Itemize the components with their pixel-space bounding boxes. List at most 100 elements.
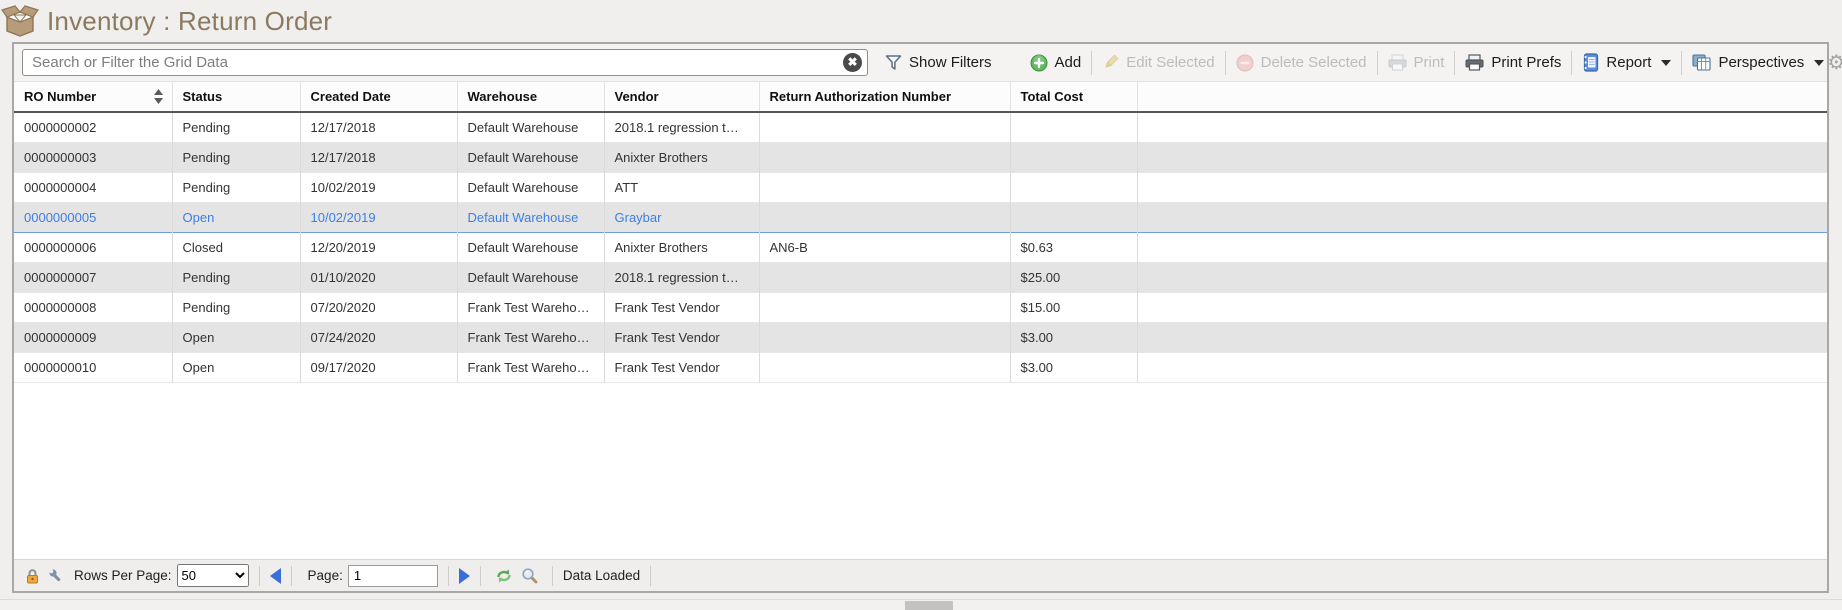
column-header-status[interactable]: Status xyxy=(172,82,300,112)
column-header-return-authorization-number[interactable]: Return Authorization Number xyxy=(759,82,1010,112)
cell-vendor[interactable]: ATT xyxy=(604,172,759,202)
column-header-ro-number[interactable]: RO Number xyxy=(14,82,172,112)
cell-vendor[interactable]: Anixter Brothers xyxy=(604,232,759,262)
cell-created-date[interactable]: 10/02/2019 xyxy=(300,202,457,232)
cell-warehouse[interactable]: Default Warehouse xyxy=(457,142,604,172)
gear-icon[interactable]: ⚙ xyxy=(1827,53,1842,73)
cell-vendor[interactable]: Frank Test Vendor xyxy=(604,292,759,322)
table-row[interactable]: 0000000005 Open 10/02/2019 Default Wareh… xyxy=(14,202,1827,232)
cell-return-authorization-number[interactable] xyxy=(759,322,1010,352)
perspectives-button[interactable]: Perspectives xyxy=(1689,54,1827,71)
print-prefs-button[interactable]: Print Prefs xyxy=(1462,54,1564,71)
table-row[interactable]: 0000000007 Pending 01/10/2020 Default Wa… xyxy=(14,262,1827,292)
cell-status[interactable]: Open xyxy=(172,352,300,382)
cell-vendor[interactable]: 2018.1 regression t… xyxy=(604,262,759,292)
cell-filler[interactable] xyxy=(1137,322,1827,352)
report-button[interactable]: Report xyxy=(1579,53,1674,72)
cell-warehouse[interactable]: Default Warehouse xyxy=(457,202,604,232)
sort-icon[interactable] xyxy=(154,89,163,104)
cell-filler[interactable] xyxy=(1137,262,1827,292)
cell-total-cost[interactable]: $25.00 xyxy=(1010,262,1137,292)
cell-return-authorization-number[interactable]: AN6-B xyxy=(759,232,1010,262)
cell-ro-number[interactable]: 0000000009 xyxy=(14,322,172,352)
cell-return-authorization-number[interactable] xyxy=(759,202,1010,232)
cell-created-date[interactable]: 09/17/2020 xyxy=(300,352,457,382)
next-page-icon[interactable] xyxy=(459,568,470,584)
column-header-total-cost[interactable]: Total Cost xyxy=(1010,82,1137,112)
cell-return-authorization-number[interactable] xyxy=(759,112,1010,142)
cell-return-authorization-number[interactable] xyxy=(759,172,1010,202)
cell-filler[interactable] xyxy=(1137,142,1827,172)
table-row[interactable]: 0000000010 Open 09/17/2020 Frank Test Wa… xyxy=(14,352,1827,382)
column-header-vendor[interactable]: Vendor xyxy=(604,82,759,112)
horizontal-scrollbar[interactable] xyxy=(0,599,1842,610)
column-header-warehouse[interactable]: Warehouse xyxy=(457,82,604,112)
cell-filler[interactable] xyxy=(1137,352,1827,382)
cell-filler[interactable] xyxy=(1137,232,1827,262)
scrollbar-thumb[interactable] xyxy=(905,601,953,610)
cell-total-cost[interactable] xyxy=(1010,112,1137,142)
print-button[interactable]: Print xyxy=(1385,54,1448,71)
cell-status[interactable]: Pending xyxy=(172,112,300,142)
delete-selected-button[interactable]: Delete Selected xyxy=(1233,54,1370,72)
cell-created-date[interactable]: 01/10/2020 xyxy=(300,262,457,292)
wrench-icon[interactable] xyxy=(48,568,64,584)
search-input[interactable] xyxy=(22,49,868,76)
cell-warehouse[interactable]: Default Warehouse xyxy=(457,232,604,262)
page-number-input[interactable] xyxy=(348,565,438,587)
cell-filler[interactable] xyxy=(1137,292,1827,322)
table-row[interactable]: 0000000003 Pending 12/17/2018 Default Wa… xyxy=(14,142,1827,172)
cell-created-date[interactable]: 12/17/2018 xyxy=(300,112,457,142)
cell-total-cost[interactable] xyxy=(1010,172,1137,202)
cell-warehouse[interactable]: Default Warehouse xyxy=(457,172,604,202)
cell-vendor[interactable]: Frank Test Vendor xyxy=(604,352,759,382)
cell-ro-number[interactable]: 0000000003 xyxy=(14,142,172,172)
cell-ro-number[interactable]: 0000000010 xyxy=(14,352,172,382)
column-header-created-date[interactable]: Created Date xyxy=(300,82,457,112)
cell-return-authorization-number[interactable] xyxy=(759,142,1010,172)
cell-ro-number[interactable]: 0000000004 xyxy=(14,172,172,202)
cell-total-cost[interactable]: $0.63 xyxy=(1010,232,1137,262)
rows-per-page-select[interactable]: 50 xyxy=(177,564,249,587)
cell-status[interactable]: Pending xyxy=(172,142,300,172)
cell-warehouse[interactable]: Default Warehouse xyxy=(457,112,604,142)
magnifier-icon[interactable] xyxy=(521,567,538,584)
show-filters-button[interactable]: Show Filters xyxy=(882,54,995,71)
cell-created-date[interactable]: 12/17/2018 xyxy=(300,142,457,172)
lock-icon[interactable] xyxy=(25,568,40,584)
cell-status[interactable]: Open xyxy=(172,202,300,232)
cell-total-cost[interactable]: $15.00 xyxy=(1010,292,1137,322)
cell-ro-number[interactable]: 0000000002 xyxy=(14,112,172,142)
cell-total-cost[interactable]: $3.00 xyxy=(1010,322,1137,352)
cell-total-cost[interactable]: $3.00 xyxy=(1010,352,1137,382)
table-row[interactable]: 0000000004 Pending 10/02/2019 Default Wa… xyxy=(14,172,1827,202)
cell-ro-number[interactable]: 0000000005 xyxy=(14,202,172,232)
cell-warehouse[interactable]: Default Warehouse xyxy=(457,262,604,292)
cell-total-cost[interactable] xyxy=(1010,142,1137,172)
cell-total-cost[interactable] xyxy=(1010,202,1137,232)
cell-filler[interactable] xyxy=(1137,112,1827,142)
cell-warehouse[interactable]: Frank Test Wareho… xyxy=(457,352,604,382)
cell-status[interactable]: Closed xyxy=(172,232,300,262)
clear-search-icon[interactable]: ✖ xyxy=(843,53,862,72)
prev-page-icon[interactable] xyxy=(270,568,281,584)
cell-created-date[interactable]: 10/02/2019 xyxy=(300,172,457,202)
cell-created-date[interactable]: 07/24/2020 xyxy=(300,322,457,352)
cell-ro-number[interactable]: 0000000006 xyxy=(14,232,172,262)
cell-created-date[interactable]: 07/20/2020 xyxy=(300,292,457,322)
cell-ro-number[interactable]: 0000000007 xyxy=(14,262,172,292)
cell-warehouse[interactable]: Frank Test Wareho… xyxy=(457,322,604,352)
cell-status[interactable]: Pending xyxy=(172,262,300,292)
cell-vendor[interactable]: Anixter Brothers xyxy=(604,142,759,172)
cell-return-authorization-number[interactable] xyxy=(759,292,1010,322)
cell-warehouse[interactable]: Frank Test Wareho… xyxy=(457,292,604,322)
table-row[interactable]: 0000000006 Closed 12/20/2019 Default War… xyxy=(14,232,1827,262)
table-row[interactable]: 0000000002 Pending 12/17/2018 Default Wa… xyxy=(14,112,1827,142)
cell-created-date[interactable]: 12/20/2019 xyxy=(300,232,457,262)
edit-selected-button[interactable]: Edit Selected xyxy=(1099,54,1217,71)
cell-vendor[interactable]: 2018.1 regression t… xyxy=(604,112,759,142)
cell-vendor[interactable]: Graybar xyxy=(604,202,759,232)
cell-filler[interactable] xyxy=(1137,172,1827,202)
add-button[interactable]: Add xyxy=(1027,54,1085,72)
cell-status[interactable]: Pending xyxy=(172,292,300,322)
